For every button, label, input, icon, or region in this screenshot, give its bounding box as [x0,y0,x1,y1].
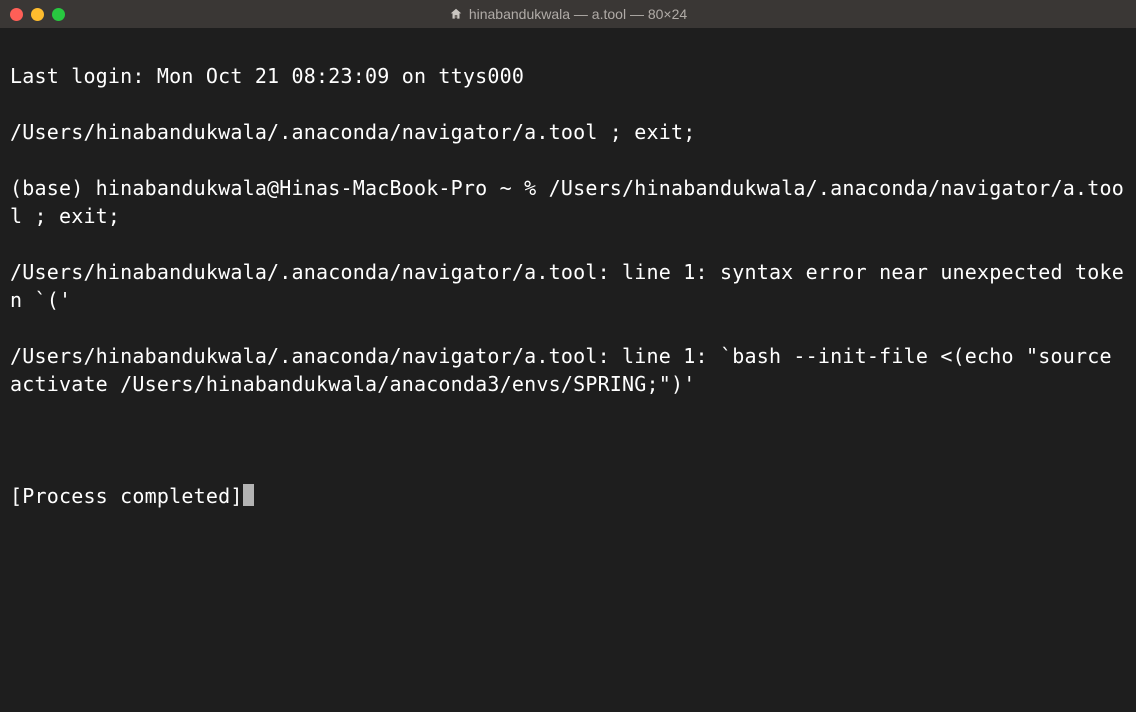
window-title-container: hinabandukwala — a.tool — 80×24 [0,6,1136,22]
terminal-output[interactable]: Last login: Mon Oct 21 08:23:09 on ttys0… [0,28,1136,712]
terminal-line: /Users/hinabandukwala/.anaconda/navigato… [10,118,1126,146]
maximize-window-button[interactable] [52,8,65,21]
terminal-line: /Users/hinabandukwala/.anaconda/navigato… [10,342,1126,398]
window-titlebar: hinabandukwala — a.tool — 80×24 [0,0,1136,28]
home-icon [449,7,463,21]
terminal-line: Last login: Mon Oct 21 08:23:09 on ttys0… [10,62,1126,90]
terminal-line: /Users/hinabandukwala/.anaconda/navigato… [10,258,1126,314]
blank-line [10,426,1126,454]
window-controls [10,8,65,21]
close-window-button[interactable] [10,8,23,21]
process-completed-text: [Process completed] [10,484,243,508]
window-title-text: hinabandukwala — a.tool — 80×24 [469,6,687,22]
terminal-line: (base) hinabandukwala@Hinas-MacBook-Pro … [10,174,1126,230]
minimize-window-button[interactable] [31,8,44,21]
terminal-cursor [243,484,254,506]
